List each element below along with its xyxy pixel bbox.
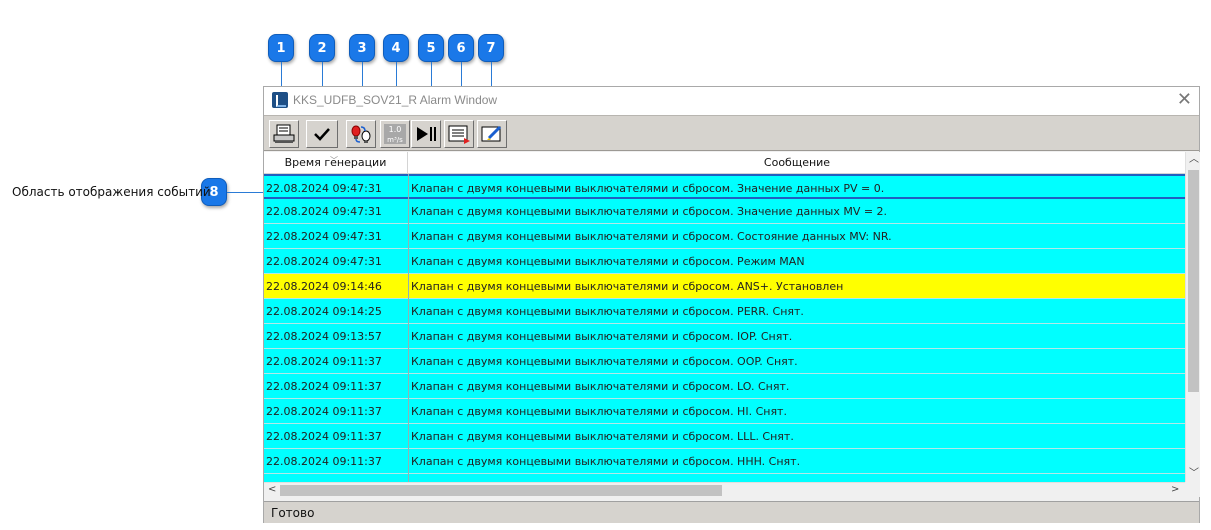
- scroll-left-icon[interactable]: <: [268, 484, 276, 496]
- cell-time: 22.08.2024 09:11:37: [266, 355, 382, 368]
- help-screenshot: 1 2 3 4 5 6 7 8 Область отображения собы…: [0, 0, 1211, 530]
- column-header-time[interactable]: ﹀ Время генерации: [264, 152, 408, 174]
- cell-time: 22.08.2024 09:47:31: [266, 205, 382, 218]
- cell-message: Клапан с двумя концевыми выключателями и…: [411, 455, 801, 468]
- callout-badge-6: 6: [448, 34, 474, 62]
- sort-caret-icon: ﹀: [330, 156, 338, 165]
- horizontal-scroll-thumb[interactable]: [280, 485, 722, 496]
- vertical-scrollbar[interactable]: ︿ ﹀: [1185, 152, 1200, 482]
- callout-badge-4: 4: [383, 34, 409, 62]
- print-button[interactable]: [269, 120, 299, 148]
- window-titlebar[interactable]: KKS_UDFB_SOV21_R Alarm Window ✕: [264, 87, 1199, 115]
- table-row[interactable]: 22.08.2024 09:13:57 Клапан с двумя концев…: [264, 324, 1185, 349]
- alarm-filter-button[interactable]: [346, 120, 376, 148]
- cell-time: 22.08.2024 09:11:37: [266, 455, 382, 468]
- callout-badge-3: 3: [349, 34, 375, 62]
- table-row[interactable]: 22.08.2024 09:11:37 Клапан с двумя концев…: [264, 424, 1185, 449]
- cell-message: Клапан с двумя концевыми выключателями и…: [411, 205, 888, 218]
- scroll-down-icon[interactable]: ﹀: [1189, 468, 1199, 480]
- toolbar: 1.0 m³/s: [264, 115, 1199, 151]
- printer-icon: [273, 124, 295, 143]
- table-row[interactable]: 22.08.2024 09:11:37 Клапан с двумя концев…: [264, 449, 1185, 474]
- cell-time: 22.08.2024 09:13:57: [266, 330, 382, 343]
- alarm-filter-icon: [351, 125, 371, 143]
- cell-message: Клапан с двумя концевыми выключателями и…: [411, 182, 885, 195]
- play-pause-icon: [417, 127, 436, 141]
- window-title: KKS_UDFB_SOV21_R Alarm Window: [293, 93, 498, 107]
- table-row[interactable]: 22.08.2024 09:11:37 Клапан с двумя концев…: [264, 399, 1185, 424]
- checkmark-icon: [314, 128, 330, 141]
- cell-time: 22.08.2024 09:14:46: [266, 280, 382, 293]
- play-pause-button[interactable]: [411, 120, 441, 148]
- table-row[interactable]: 22.08.2024 09:11:37 Клапан с двумя концев…: [264, 349, 1185, 374]
- cell-time: 22.08.2024 09:14:25: [266, 305, 382, 318]
- units-button[interactable]: 1.0 m³/s: [380, 120, 410, 148]
- alarm-window: KKS_UDFB_SOV21_R Alarm Window ✕ 1.0 m³/s…: [263, 86, 1200, 523]
- event-list-button[interactable]: [444, 120, 474, 148]
- callout-line-8: [227, 192, 267, 193]
- horizontal-scrollbar[interactable]: < >: [264, 482, 1185, 497]
- table-row[interactable]: 22.08.2024 09:47:31 Клапан с двумя концев…: [264, 224, 1185, 249]
- cell-time: 22.08.2024 09:47:31: [266, 230, 382, 243]
- grid-header: ﹀ Время генерации Сообщение: [264, 152, 1185, 174]
- cell-time: 22.08.2024 09:11:37: [266, 430, 382, 443]
- event-grid: ﹀ Время генерации Сообщение 22.08.2024 0…: [264, 152, 1185, 482]
- edit-filter-icon: [481, 125, 502, 142]
- scroll-right-icon[interactable]: >: [1171, 484, 1179, 496]
- scroll-up-icon[interactable]: ︿: [1189, 154, 1199, 166]
- table-row[interactable]: 22.08.2024 09:47:31 Клапан с двумя концев…: [264, 249, 1185, 274]
- cell-message: Клапан с двумя концевыми выключателями и…: [411, 430, 794, 443]
- event-list-icon: [448, 125, 470, 144]
- callout-badge-5: 5: [418, 34, 444, 62]
- cell-time: 22.08.2024 09:47:31: [266, 255, 382, 268]
- cell-message: Клапан с двумя концевыми выключателями и…: [411, 305, 804, 318]
- cell-time: 22.08.2024 09:11:37: [266, 405, 382, 418]
- cell-message: Клапан с двумя концевыми выключателями и…: [411, 380, 790, 393]
- close-icon[interactable]: ✕: [1177, 90, 1192, 110]
- acknowledge-button[interactable]: [306, 120, 338, 148]
- callout-badge-1: 1: [268, 34, 294, 62]
- table-row[interactable]: 22.08.2024 09:14:25 Клапан с двумя концев…: [264, 299, 1185, 324]
- cell-message: Клапан с двумя концевыми выключателями и…: [411, 230, 892, 243]
- callout-badge-2: 2: [309, 34, 335, 62]
- cell-message: Клапан с двумя концевыми выключателями и…: [411, 280, 844, 293]
- column-header-message[interactable]: Сообщение: [409, 152, 1185, 174]
- cell-message: Клапан с двумя концевыми выключателями и…: [411, 405, 787, 418]
- table-row[interactable]: 22.08.2024 09:47:31 Клапан с двумя концев…: [264, 199, 1185, 224]
- cell-message: Клапан с двумя концевыми выключателями и…: [411, 330, 793, 343]
- status-bar: Готово: [264, 501, 1199, 523]
- units-top-text: 1.0: [389, 125, 402, 134]
- table-row[interactable]: 22.08.2024 09:11:37 Клапан с двумя концев…: [264, 374, 1185, 399]
- vertical-scroll-thumb[interactable]: [1188, 170, 1199, 392]
- scroll-corner: [1185, 482, 1200, 497]
- event-area-callout-label: Область отображения событий: [12, 185, 211, 199]
- cell-message: Клапан с двумя концевыми выключателями и…: [411, 255, 805, 268]
- table-row[interactable]: 22.08.2024 09:47:31 Клапан с двумя концев…: [264, 174, 1185, 199]
- units-bottom-text: m³/s: [387, 136, 403, 144]
- edit-filter-button[interactable]: [477, 120, 507, 148]
- cell-time: 22.08.2024 09:11:37: [266, 380, 382, 393]
- cell-message: Клапан с двумя концевыми выключателями и…: [411, 355, 798, 368]
- callout-badge-7: 7: [478, 34, 504, 62]
- column-separator: [408, 174, 409, 482]
- status-text: Готово: [271, 506, 315, 520]
- table-row[interactable]: 22.08.2024 09:14:46 Клапан с двумя концев…: [264, 274, 1185, 299]
- units-icon: 1.0 m³/s: [384, 124, 406, 144]
- cell-time: 22.08.2024 09:47:31: [266, 182, 382, 195]
- app-icon: [272, 92, 288, 108]
